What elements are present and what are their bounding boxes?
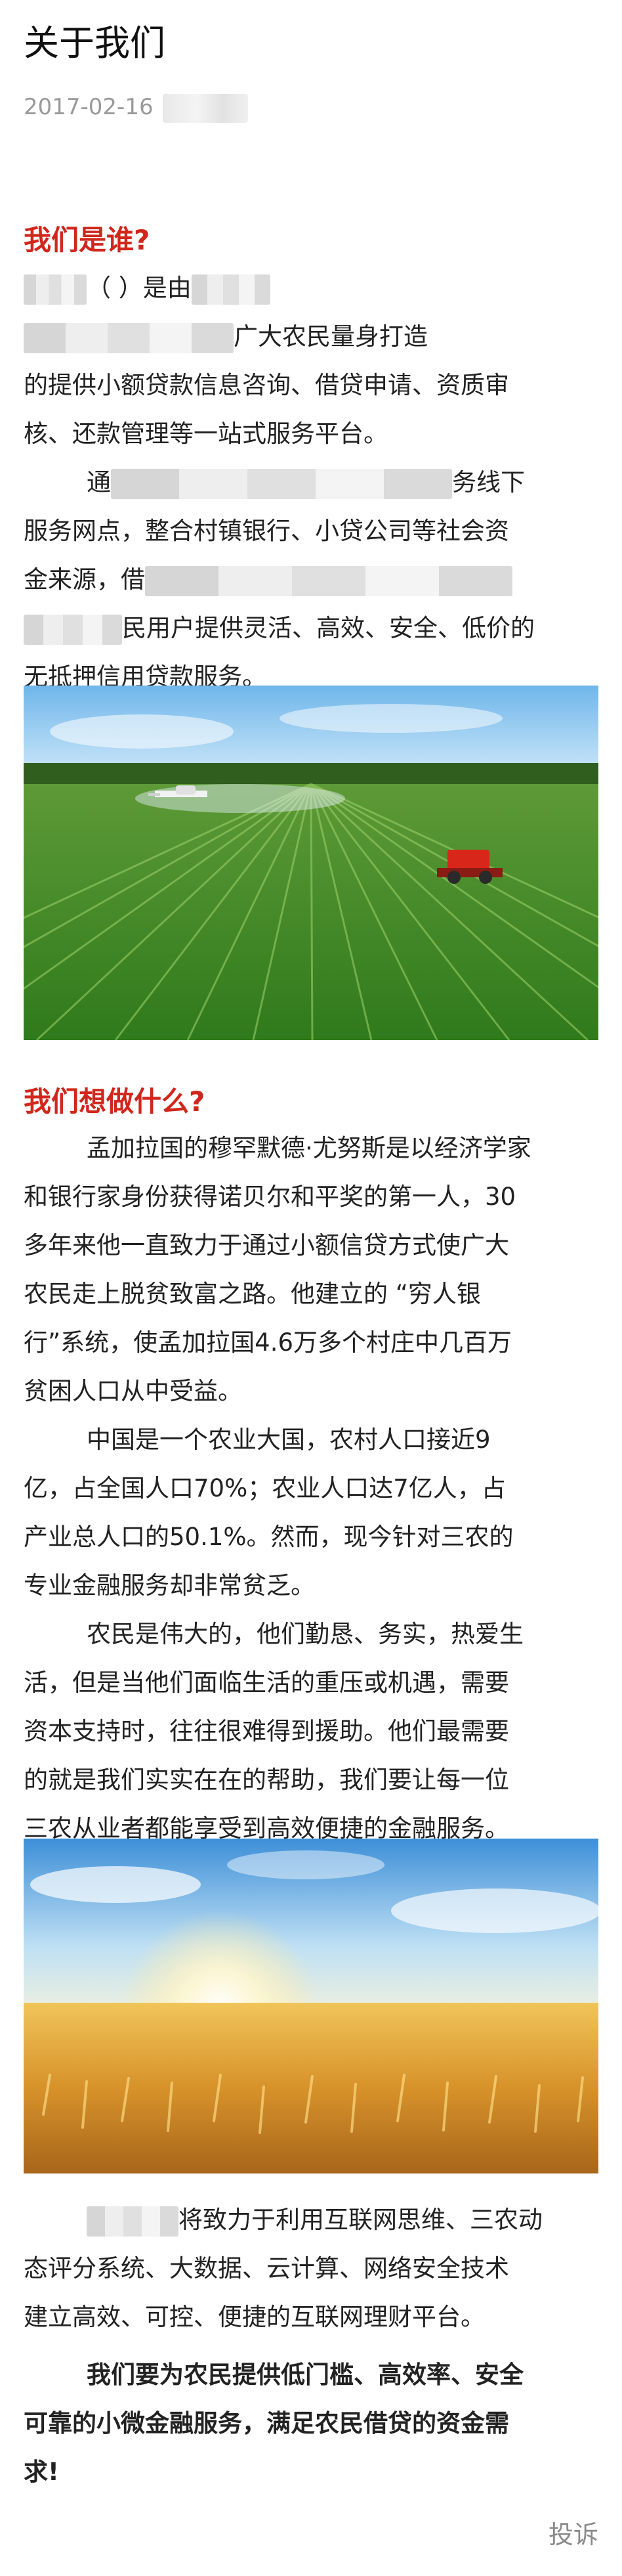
text-line: 我们要为农民提供低门槛、高效率、安全 xyxy=(87,2361,524,2389)
text-line: 求! xyxy=(24,2458,59,2486)
section-heading-what: 我们想做什么? xyxy=(24,1085,205,1118)
wheat-field-image xyxy=(24,1839,598,2173)
text-line: 金来源，借 xyxy=(24,556,598,604)
text-line: 建立高效、可控、便捷的互联网理财平台。 xyxy=(24,2303,485,2331)
text-fragment: 广大农民量身打造 xyxy=(234,322,428,351)
yunus-paragraph: 孟加拉国的穆罕默德·尤努斯是以经济学家 和银行家身份获得诺贝尔和平奖的第一人，3… xyxy=(24,1124,598,1416)
text-line: 民用户提供灵活、高效、安全、低价的 xyxy=(24,604,598,653)
text-fragment: 通 xyxy=(87,468,111,496)
text-fragment: 将致力于利用互联网思维、三农动 xyxy=(178,2206,543,2234)
redacted-block xyxy=(24,614,122,645)
text-line: 中国是一个农业大国，农村人口接近9 xyxy=(87,1426,491,1454)
text-line: 资本支持时，往往很难得到援助。他们最需要 xyxy=(24,1717,509,1745)
text-line: 核、还款管理等一站式服务平台。 xyxy=(24,420,388,448)
text-line: 可靠的小微金融服务，满足农民借贷的资金需 xyxy=(24,2409,509,2437)
farm-field-image xyxy=(24,686,598,1040)
report-link[interactable]: 投诉 xyxy=(549,2518,598,2551)
text-line: 农民是伟大的，他们勤恳、务实，热爱生 xyxy=(87,1620,524,1648)
article-title: 关于我们 xyxy=(24,22,165,64)
redacted-block xyxy=(191,274,270,305)
text-line: 亿，占全国人口70%；农业人口达7亿人，占 xyxy=(24,1474,506,1502)
author-name-redacted xyxy=(162,93,248,123)
text-line: 专业金融服务却非常贫乏。 xyxy=(24,1571,315,1600)
text-line: 服务网点，整合村镇银行、小贷公司等社会资 xyxy=(24,517,509,545)
redacted-block xyxy=(87,2206,178,2237)
text-line: 通 务线下 xyxy=(24,458,598,507)
text-line: （ ）是由 xyxy=(24,264,598,313)
article-page: 关于我们 2017-02-16 我们是谁? （ ）是由 广大农民量身打造 的提供… xyxy=(0,0,622,2576)
section-heading-who: 我们是谁? xyxy=(24,224,150,256)
text-fragment: 务线下 xyxy=(452,468,525,496)
china-agriculture-paragraph: 中国是一个农业大国，农村人口接近9 亿，占全国人口70%；农业人口达7亿人，占 … xyxy=(24,1416,598,1610)
redacted-block xyxy=(24,274,87,305)
text-line: 孟加拉国的穆罕默德·尤努斯是以经济学家 xyxy=(87,1134,531,1162)
crop-field-illustration xyxy=(24,686,598,1040)
platform-paragraph: 将致力于利用互联网思维、三农动 态评分系统、大数据、云计算、网络安全技术 建立高… xyxy=(24,2196,598,2342)
text-fragment: 金来源，借 xyxy=(24,565,145,594)
closing-statement: 我们要为农民提供低门槛、高效率、安全 可靠的小微金融服务，满足农民借贷的资金需 … xyxy=(24,2351,598,2497)
text-line: 广大农民量身打造 xyxy=(24,313,598,361)
text-line: 农民走上脱贫致富之路。他建立的 “穷人银 xyxy=(24,1280,481,1308)
text-line: 的提供小额贷款信息咨询、借贷申请、资质审 xyxy=(24,371,509,399)
redacted-block xyxy=(111,468,452,499)
text-line: 贫困人口从中受益。 xyxy=(24,1377,242,1405)
text-line: 的就是我们实实在在的帮助，我们要让每一位 xyxy=(24,1766,509,1794)
intro-paragraph-2: 通 务线下 服务网点，整合村镇银行、小贷公司等社会资 金来源，借 民用户提供灵活、… xyxy=(24,458,598,701)
farmers-paragraph: 农民是伟大的，他们勤恳、务实，热爱生 活，但是当他们面临生活的重压或机遇，需要 … xyxy=(24,1610,598,1853)
text-fragment: 民用户提供灵活、高效、安全、低价的 xyxy=(122,614,535,642)
text-line: 将致力于利用互联网思维、三农动 xyxy=(24,2196,598,2244)
article-meta: 2017-02-16 xyxy=(24,92,248,123)
intro-paragraph-1: （ ）是由 广大农民量身打造 的提供小额贷款信息咨询、借贷申请、资质审 核、还款… xyxy=(24,264,598,458)
redacted-block xyxy=(145,565,512,596)
text-line: 和银行家身份获得诺贝尔和平奖的第一人，30 xyxy=(24,1183,516,1211)
wheat-illustration xyxy=(24,1839,598,2173)
text-line: 态评分系统、大数据、云计算、网络安全技术 xyxy=(24,2254,509,2282)
redacted-block xyxy=(24,322,234,353)
text-line: 活，但是当他们面临生活的重压或机遇，需要 xyxy=(24,1669,509,1697)
publish-date: 2017-02-16 xyxy=(24,94,154,120)
text-line: 多年来他一直致力于通过小额信贷方式使广大 xyxy=(24,1231,509,1259)
text-fragment: （ ）是由 xyxy=(87,274,192,302)
text-line: 行”系统，使孟加拉国4.6万多个村庄中几百万 xyxy=(24,1328,512,1357)
text-line: 产业总人口的50.1%。然而，现今针对三农的 xyxy=(24,1523,514,1551)
